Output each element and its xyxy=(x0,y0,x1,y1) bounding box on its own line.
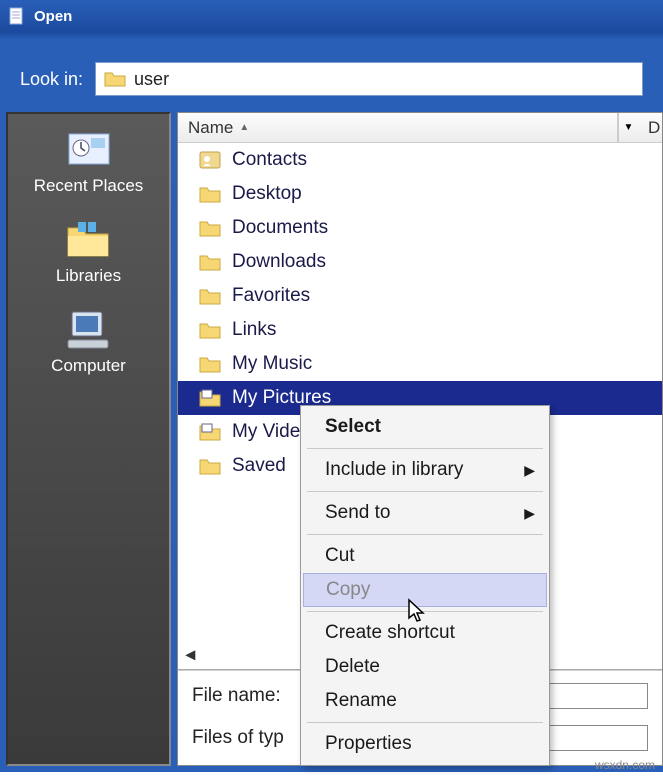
libraries-icon xyxy=(60,214,116,262)
folder-icon xyxy=(198,184,222,204)
window-title: Open xyxy=(34,8,72,25)
column-header-date[interactable]: D xyxy=(638,113,662,142)
ctx-include-library[interactable]: Include in library▶ xyxy=(303,453,547,487)
lookin-combobox[interactable]: user xyxy=(95,62,643,96)
file-name: Downloads xyxy=(232,251,326,273)
folder-icon xyxy=(198,286,222,306)
ctx-properties[interactable]: Properties xyxy=(303,727,547,761)
ctx-send-to[interactable]: Send to▶ xyxy=(303,496,547,530)
computer-icon xyxy=(60,304,116,352)
folder-icon xyxy=(104,70,126,88)
list-item[interactable]: Links xyxy=(178,313,662,347)
ctx-separator xyxy=(307,491,543,492)
places-computer[interactable]: Computer xyxy=(51,304,126,376)
folder-icon xyxy=(198,422,222,442)
ctx-cut[interactable]: Cut xyxy=(303,539,547,573)
lookin-toolbar: Look in: user xyxy=(0,32,663,106)
file-name: My Music xyxy=(232,353,312,375)
places-libraries-label: Libraries xyxy=(56,266,121,286)
contacts-icon xyxy=(198,150,222,170)
ctx-rename[interactable]: Rename xyxy=(303,684,547,718)
submenu-arrow-icon: ▶ xyxy=(524,462,535,479)
scroll-left-arrow[interactable]: ◂ xyxy=(186,644,195,664)
list-item[interactable]: Favorites xyxy=(178,279,662,313)
folder-icon xyxy=(198,252,222,272)
filetype-label: Files of typ xyxy=(192,727,302,749)
file-name: Saved xyxy=(232,455,286,477)
list-item[interactable]: Contacts xyxy=(178,143,662,177)
sort-ascending-icon: ▲ xyxy=(239,122,249,133)
folder-icon xyxy=(198,320,222,340)
ctx-delete[interactable]: Delete xyxy=(303,650,547,684)
column-dropdown-button[interactable]: ▼ xyxy=(618,113,638,142)
cursor-icon xyxy=(407,598,427,630)
file-name: Desktop xyxy=(232,183,302,205)
ctx-separator xyxy=(307,722,543,723)
folder-icon xyxy=(198,456,222,476)
context-menu: Select Include in library▶ Send to▶ Cut … xyxy=(300,405,550,766)
recent-places-icon xyxy=(61,124,117,172)
file-name: Documents xyxy=(232,217,328,239)
ctx-select[interactable]: Select xyxy=(303,410,547,444)
submenu-arrow-icon: ▶ xyxy=(524,505,535,522)
places-recent-label: Recent Places xyxy=(34,176,144,196)
places-bar: Recent Places Libraries Computer xyxy=(6,112,171,766)
file-name: Contacts xyxy=(232,149,307,171)
places-libraries[interactable]: Libraries xyxy=(56,214,121,286)
watermark-text: wsxdn.com xyxy=(595,758,655,772)
column-header-name[interactable]: Name ▲ xyxy=(178,113,618,142)
list-item[interactable]: Desktop xyxy=(178,177,662,211)
folder-icon xyxy=(198,354,222,374)
list-item[interactable]: My Music xyxy=(178,347,662,381)
folder-icon xyxy=(198,388,222,408)
ctx-separator xyxy=(307,448,543,449)
places-computer-label: Computer xyxy=(51,356,126,376)
list-item[interactable]: Downloads xyxy=(178,245,662,279)
places-recent[interactable]: Recent Places xyxy=(34,124,144,196)
file-name: Links xyxy=(232,319,276,341)
window-titlebar: Open xyxy=(0,0,663,32)
notepad-icon xyxy=(8,7,26,25)
file-name: Favorites xyxy=(232,285,310,307)
list-item[interactable]: Documents xyxy=(178,211,662,245)
ctx-separator xyxy=(307,534,543,535)
folder-icon xyxy=(198,218,222,238)
lookin-value: user xyxy=(134,69,169,90)
lookin-label: Look in: xyxy=(20,69,83,90)
column-header-row: Name ▲ ▼ D xyxy=(178,113,662,143)
filename-label: File name: xyxy=(192,685,302,707)
